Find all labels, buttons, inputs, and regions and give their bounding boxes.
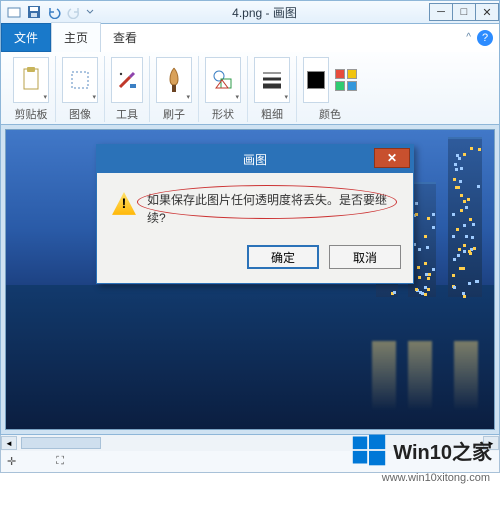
windows-logo-icon — [351, 432, 387, 468]
select-button[interactable]: ▾ — [62, 57, 98, 103]
selection-size-icon: ⛶ — [56, 455, 64, 468]
window-controls: ─ □ ✕ — [430, 3, 499, 21]
quick-access-toolbar — [1, 3, 99, 21]
crosshair-icon: ✛ — [7, 455, 16, 468]
tab-view[interactable]: 查看 — [101, 23, 149, 52]
maximize-button[interactable]: □ — [452, 3, 476, 21]
watermark-text: Win10之家 — [393, 436, 492, 465]
group-tools: 工具 — [105, 56, 150, 122]
scrollbar-thumb[interactable] — [21, 437, 101, 449]
help-icon[interactable]: ? — [477, 30, 493, 46]
minimize-button[interactable]: ─ — [429, 3, 453, 21]
group-tools-label: 工具 — [116, 106, 138, 122]
undo-icon[interactable] — [45, 3, 63, 21]
ribbon-tabs: 文件 主页 查看 ^ ? — [0, 24, 500, 52]
shapes-button[interactable]: ▾ — [205, 57, 241, 103]
group-colors-label: 颜色 — [319, 106, 341, 122]
group-thickness-label: 粗细 — [261, 106, 283, 122]
collapse-ribbon-icon[interactable]: ^ — [466, 32, 471, 43]
canvas-area: 画图 ✕ 如果保存此图片任何透明度将丢失。是否要继续? 确定 取消 — [0, 125, 500, 435]
group-shapes: ▾ 形状 — [199, 56, 248, 122]
group-thickness: ▾ 粗细 — [248, 56, 297, 122]
dialog-cancel-button[interactable]: 取消 — [329, 245, 401, 269]
dialog-ok-button[interactable]: 确定 — [247, 245, 319, 269]
warning-icon — [111, 191, 137, 217]
scroll-left-button[interactable]: ◄ — [1, 436, 17, 450]
group-image-label: 图像 — [69, 106, 91, 122]
window-title: 4.png - 画图 — [99, 4, 430, 21]
dialog-message: 如果保存此图片任何透明度将丢失。是否要继续? — [147, 191, 399, 227]
save-icon[interactable] — [25, 3, 43, 21]
tab-file[interactable]: 文件 — [1, 23, 51, 52]
group-colors: 颜色 — [297, 56, 363, 122]
group-shapes-label: 形状 — [212, 106, 234, 122]
group-clipboard: ▾ 剪贴板 — [7, 56, 56, 122]
color-swatches[interactable] — [335, 69, 357, 91]
ribbon: ▾ 剪贴板 ▾ 图像 工具 ▾ 刷子 — [0, 52, 500, 125]
status-coords: ✛ — [7, 455, 16, 468]
app-menu-icon[interactable] — [5, 3, 23, 21]
dialog-title-bar: 画图 ✕ — [97, 145, 413, 173]
redo-icon[interactable] — [65, 3, 83, 21]
tools-button[interactable] — [111, 57, 143, 103]
qat-dropdown-icon[interactable] — [85, 3, 95, 21]
close-button[interactable]: ✕ — [475, 3, 499, 21]
canvas[interactable]: 画图 ✕ 如果保存此图片任何透明度将丢失。是否要继续? 确定 取消 — [5, 129, 495, 430]
dialog-transparency-warning: 画图 ✕ 如果保存此图片任何透明度将丢失。是否要继续? 确定 取消 — [96, 144, 414, 284]
group-brushes-label: 刷子 — [163, 106, 185, 122]
group-brushes: ▾ 刷子 — [150, 56, 199, 122]
thickness-button[interactable]: ▾ — [254, 57, 290, 103]
group-image: ▾ 图像 — [56, 56, 105, 122]
brushes-button[interactable]: ▾ — [156, 57, 192, 103]
color1-button[interactable] — [303, 57, 329, 103]
dialog-title: 画图 — [243, 151, 267, 168]
title-bar: 4.png - 画图 ─ □ ✕ — [0, 0, 500, 24]
watermark: Win10之家 — [351, 432, 492, 468]
watermark-url: www.win10xitong.com — [382, 472, 490, 484]
paste-button[interactable]: ▾ — [13, 57, 49, 103]
dialog-close-button[interactable]: ✕ — [374, 148, 410, 168]
tab-home[interactable]: 主页 — [51, 22, 101, 52]
status-selection-size: ⛶ — [56, 455, 64, 468]
group-clipboard-label: 剪贴板 — [15, 106, 48, 122]
